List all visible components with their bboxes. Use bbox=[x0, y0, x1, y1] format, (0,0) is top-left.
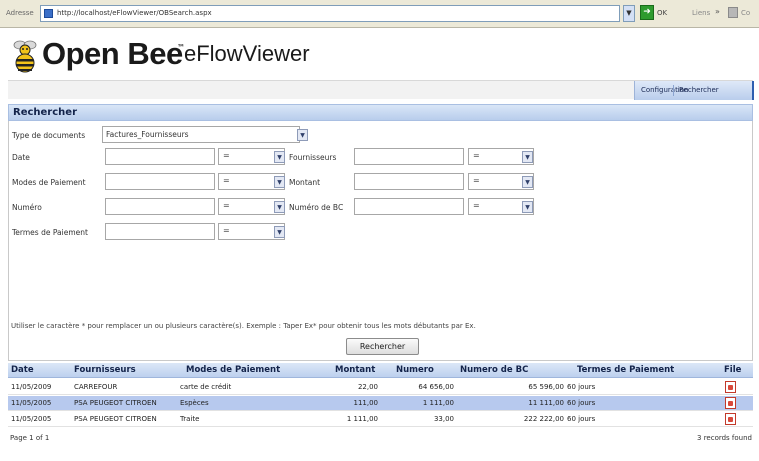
column-numero[interactable]: Numero bbox=[396, 365, 434, 375]
column-fournisseurs[interactable]: Fournisseurs bbox=[74, 365, 136, 375]
cell-termes: 60 jours bbox=[567, 399, 596, 407]
chevron-down-icon[interactable]: ▼ bbox=[274, 226, 285, 238]
cell-fournisseur: PSA PEUGEOT CITROEN bbox=[74, 415, 157, 423]
cell-numero-bc: 11 111,00 bbox=[528, 399, 564, 407]
chevron-down-icon[interactable]: ▼ bbox=[274, 176, 285, 188]
table-row[interactable]: 11/05/2009 CARREFOUR carte de crédit 22,… bbox=[8, 380, 753, 395]
numero-operator-value: = bbox=[223, 201, 230, 210]
termes-input[interactable] bbox=[105, 223, 215, 240]
column-date[interactable]: Date bbox=[11, 365, 34, 375]
termes-label: Termes de Paiement bbox=[12, 228, 88, 237]
montant-label: Montant bbox=[289, 178, 321, 187]
url-input[interactable]: http://localhost/eFlowViewer/OBSearch.as… bbox=[40, 5, 620, 22]
numero-bc-operator-value: = bbox=[473, 201, 480, 210]
links-label[interactable]: Liens bbox=[692, 9, 710, 17]
column-modes[interactable]: Modes de Paiement bbox=[186, 365, 280, 375]
date-input[interactable] bbox=[105, 148, 215, 165]
cell-mode: Espèces bbox=[180, 399, 209, 407]
cell-fournisseur: CARREFOUR bbox=[74, 383, 118, 391]
wildcard-hint: Utiliser le caractère * pour remplacer u… bbox=[11, 322, 476, 330]
address-bar: Adresse http://localhost/eFlowViewer/OBS… bbox=[0, 0, 759, 28]
cell-numero: 33,00 bbox=[433, 415, 454, 423]
modes-operator-value: = bbox=[223, 176, 230, 185]
fournisseurs-input[interactable] bbox=[354, 148, 464, 165]
bee-logo-icon bbox=[13, 40, 37, 73]
search-panel-header: Rechercher bbox=[8, 104, 753, 121]
montant-operator-value: = bbox=[473, 176, 480, 185]
chevron-down-icon[interactable]: ▼ bbox=[274, 201, 285, 213]
page-icon bbox=[44, 9, 53, 18]
pdf-icon[interactable] bbox=[725, 381, 736, 393]
nav-active-marker bbox=[752, 81, 754, 100]
column-montant[interactable]: Montant bbox=[335, 365, 375, 375]
column-termes[interactable]: Termes de Paiement bbox=[577, 365, 674, 375]
modes-label: Modes de Paiement bbox=[12, 178, 86, 187]
toolbar-label[interactable]: Co bbox=[741, 9, 750, 17]
nav-menu: Configuration Rechercher bbox=[634, 81, 754, 100]
montant-input[interactable] bbox=[354, 173, 464, 190]
go-button[interactable]: OK bbox=[657, 9, 667, 17]
document-type-value: Factures_Fournisseurs bbox=[106, 130, 189, 139]
column-file: File bbox=[724, 365, 742, 375]
nav-separator bbox=[673, 85, 674, 96]
cell-termes: 60 jours bbox=[567, 383, 596, 391]
url-dropdown-icon[interactable]: ▼ bbox=[623, 5, 635, 22]
cell-date: 11/05/2009 bbox=[11, 383, 52, 391]
numero-input[interactable] bbox=[105, 198, 215, 215]
date-operator-value: = bbox=[223, 151, 230, 160]
pdf-icon[interactable] bbox=[725, 397, 736, 409]
pagination-info: Page 1 of 1 bbox=[10, 434, 50, 442]
cell-numero: 64 656,00 bbox=[418, 383, 454, 391]
termes-operator-value: = bbox=[223, 226, 230, 235]
product-name: eFlowViewer bbox=[184, 41, 310, 66]
records-found: 3 records found bbox=[697, 434, 752, 442]
cell-numero: 1 111,00 bbox=[422, 399, 454, 407]
date-label: Date bbox=[12, 153, 30, 162]
fournisseurs-operator-value: = bbox=[473, 151, 480, 160]
column-numero-bc[interactable]: Numero de BC bbox=[460, 365, 528, 375]
url-text: http://localhost/eFlowViewer/OBSearch.as… bbox=[57, 9, 212, 17]
document-type-select[interactable]: Factures_Fournisseurs bbox=[102, 126, 300, 143]
nav-bar: Configuration Rechercher bbox=[8, 80, 754, 100]
cell-fournisseur: PSA PEUGEOT CITROEN bbox=[74, 399, 157, 407]
document-type-label: Type de documents bbox=[12, 131, 86, 140]
brand-name: Open Bee bbox=[42, 36, 183, 71]
cell-date: 11/05/2005 bbox=[11, 399, 52, 407]
fournisseurs-label: Fournisseurs bbox=[289, 153, 337, 162]
numero-bc-label: Numéro de BC bbox=[289, 203, 344, 212]
pdf-icon[interactable] bbox=[725, 413, 736, 425]
cell-montant: 1 111,00 bbox=[346, 415, 378, 423]
numero-label: Numéro bbox=[12, 203, 42, 212]
toolbar-icon[interactable] bbox=[728, 7, 738, 18]
chevron-down-icon[interactable]: ▼ bbox=[522, 176, 533, 188]
go-arrow-icon[interactable]: ➜ bbox=[640, 5, 654, 20]
chevron-right-icon[interactable]: » bbox=[715, 7, 720, 16]
cell-date: 11/05/2005 bbox=[11, 415, 52, 423]
chevron-down-icon[interactable]: ▼ bbox=[522, 201, 533, 213]
cell-numero-bc: 65 596,00 bbox=[528, 383, 564, 391]
search-panel-title: Rechercher bbox=[13, 107, 78, 118]
cell-montant: 111,00 bbox=[353, 399, 379, 407]
modes-input[interactable] bbox=[105, 173, 215, 190]
chevron-down-icon[interactable]: ▼ bbox=[297, 129, 308, 141]
cell-mode: Traite bbox=[180, 415, 200, 423]
cell-mode: carte de crédit bbox=[180, 383, 232, 391]
cell-termes: 60 jours bbox=[567, 415, 596, 423]
cell-montant: 22,00 bbox=[357, 383, 378, 391]
chevron-down-icon[interactable]: ▼ bbox=[274, 151, 285, 163]
table-row[interactable]: 11/05/2005 PSA PEUGEOT CITROEN Traite 1 … bbox=[8, 412, 753, 427]
nav-rechercher[interactable]: Rechercher bbox=[679, 86, 719, 94]
search-button[interactable]: Rechercher bbox=[346, 338, 419, 355]
numero-bc-input[interactable] bbox=[354, 198, 464, 215]
address-label: Adresse bbox=[6, 9, 34, 17]
chevron-down-icon[interactable]: ▼ bbox=[522, 151, 533, 163]
cell-numero-bc: 222 222,00 bbox=[523, 415, 564, 423]
table-row-selected[interactable]: 11/05/2005 PSA PEUGEOT CITROEN Espèces 1… bbox=[8, 396, 753, 411]
results-header: Date Fournisseurs Modes de Paiement Mont… bbox=[8, 363, 753, 378]
